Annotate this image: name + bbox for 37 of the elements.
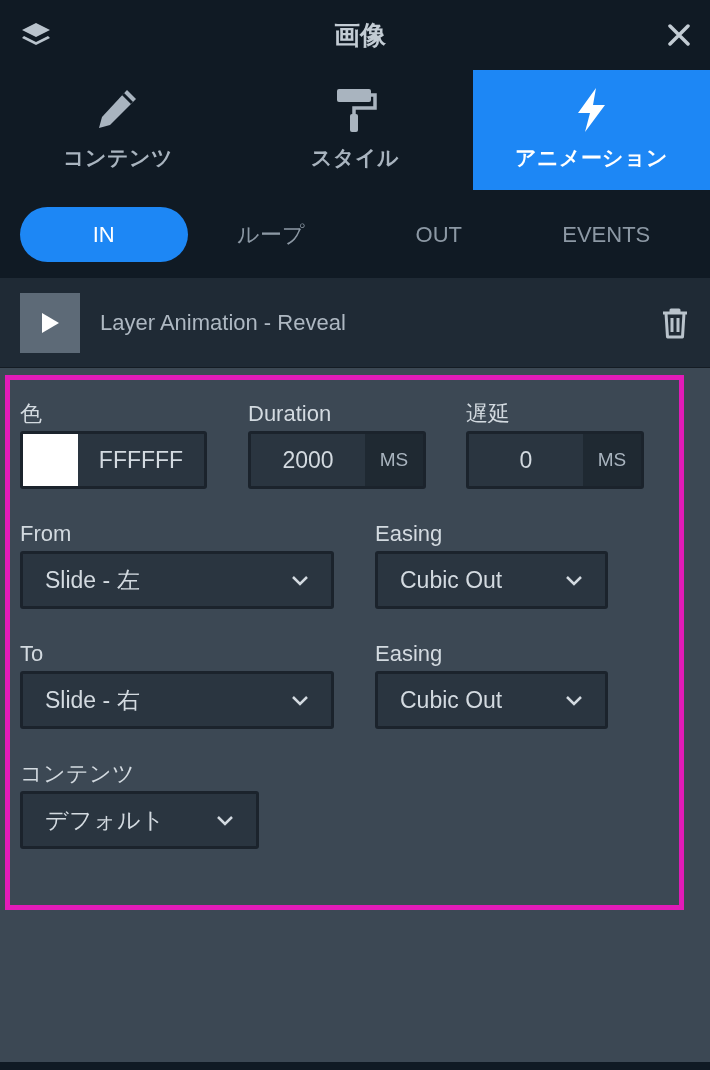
unit-label: MS	[596, 447, 628, 472]
subtab[interactable]: ループ	[187, 206, 355, 262]
field-label: To	[20, 640, 45, 668]
layer-title: Layer Animation - Reveal	[100, 309, 347, 337]
play-button[interactable]	[20, 292, 80, 353]
chevron-down-icon	[565, 694, 583, 706]
select-field[interactable]: Slide - 左	[20, 551, 334, 609]
subtab[interactable]: OUT	[355, 206, 523, 262]
close-icon[interactable]	[668, 24, 690, 46]
color-swatch[interactable]	[23, 434, 78, 486]
field-label: Duration	[248, 400, 333, 428]
number-field[interactable]: 0 MS	[466, 431, 644, 489]
field-label: コンテンツ	[20, 760, 136, 788]
chevron-down-icon	[291, 694, 309, 706]
chevron-down-icon	[565, 574, 583, 586]
panel-title: 画像	[334, 18, 386, 52]
unit-label: MS	[378, 447, 410, 472]
select-field[interactable]: デフォルト	[20, 791, 259, 849]
chevron-down-icon	[216, 814, 234, 826]
field-label: From	[20, 520, 73, 548]
trash-icon[interactable]	[660, 306, 690, 339]
field-label: Easing	[375, 640, 444, 668]
select-field[interactable]: Slide - 右	[20, 671, 334, 729]
number-field[interactable]: 2000 MS	[248, 431, 426, 489]
play-icon	[40, 311, 60, 334]
field-label: 遅延	[466, 400, 511, 428]
subtab[interactable]: IN	[20, 206, 188, 262]
select-field[interactable]: Cubic Out	[375, 551, 608, 609]
field-label: 色	[20, 400, 43, 428]
chevron-down-icon	[291, 574, 309, 586]
tab[interactable]: コンテンツ	[0, 70, 237, 190]
color-field[interactable]: FFFFFF	[20, 431, 207, 489]
field-label: Easing	[375, 520, 444, 548]
tab[interactable]: アニメーション	[473, 70, 710, 190]
subtab[interactable]: EVENTS	[522, 206, 690, 262]
select-field[interactable]: Cubic Out	[375, 671, 608, 729]
tab[interactable]: スタイル	[236, 70, 474, 190]
